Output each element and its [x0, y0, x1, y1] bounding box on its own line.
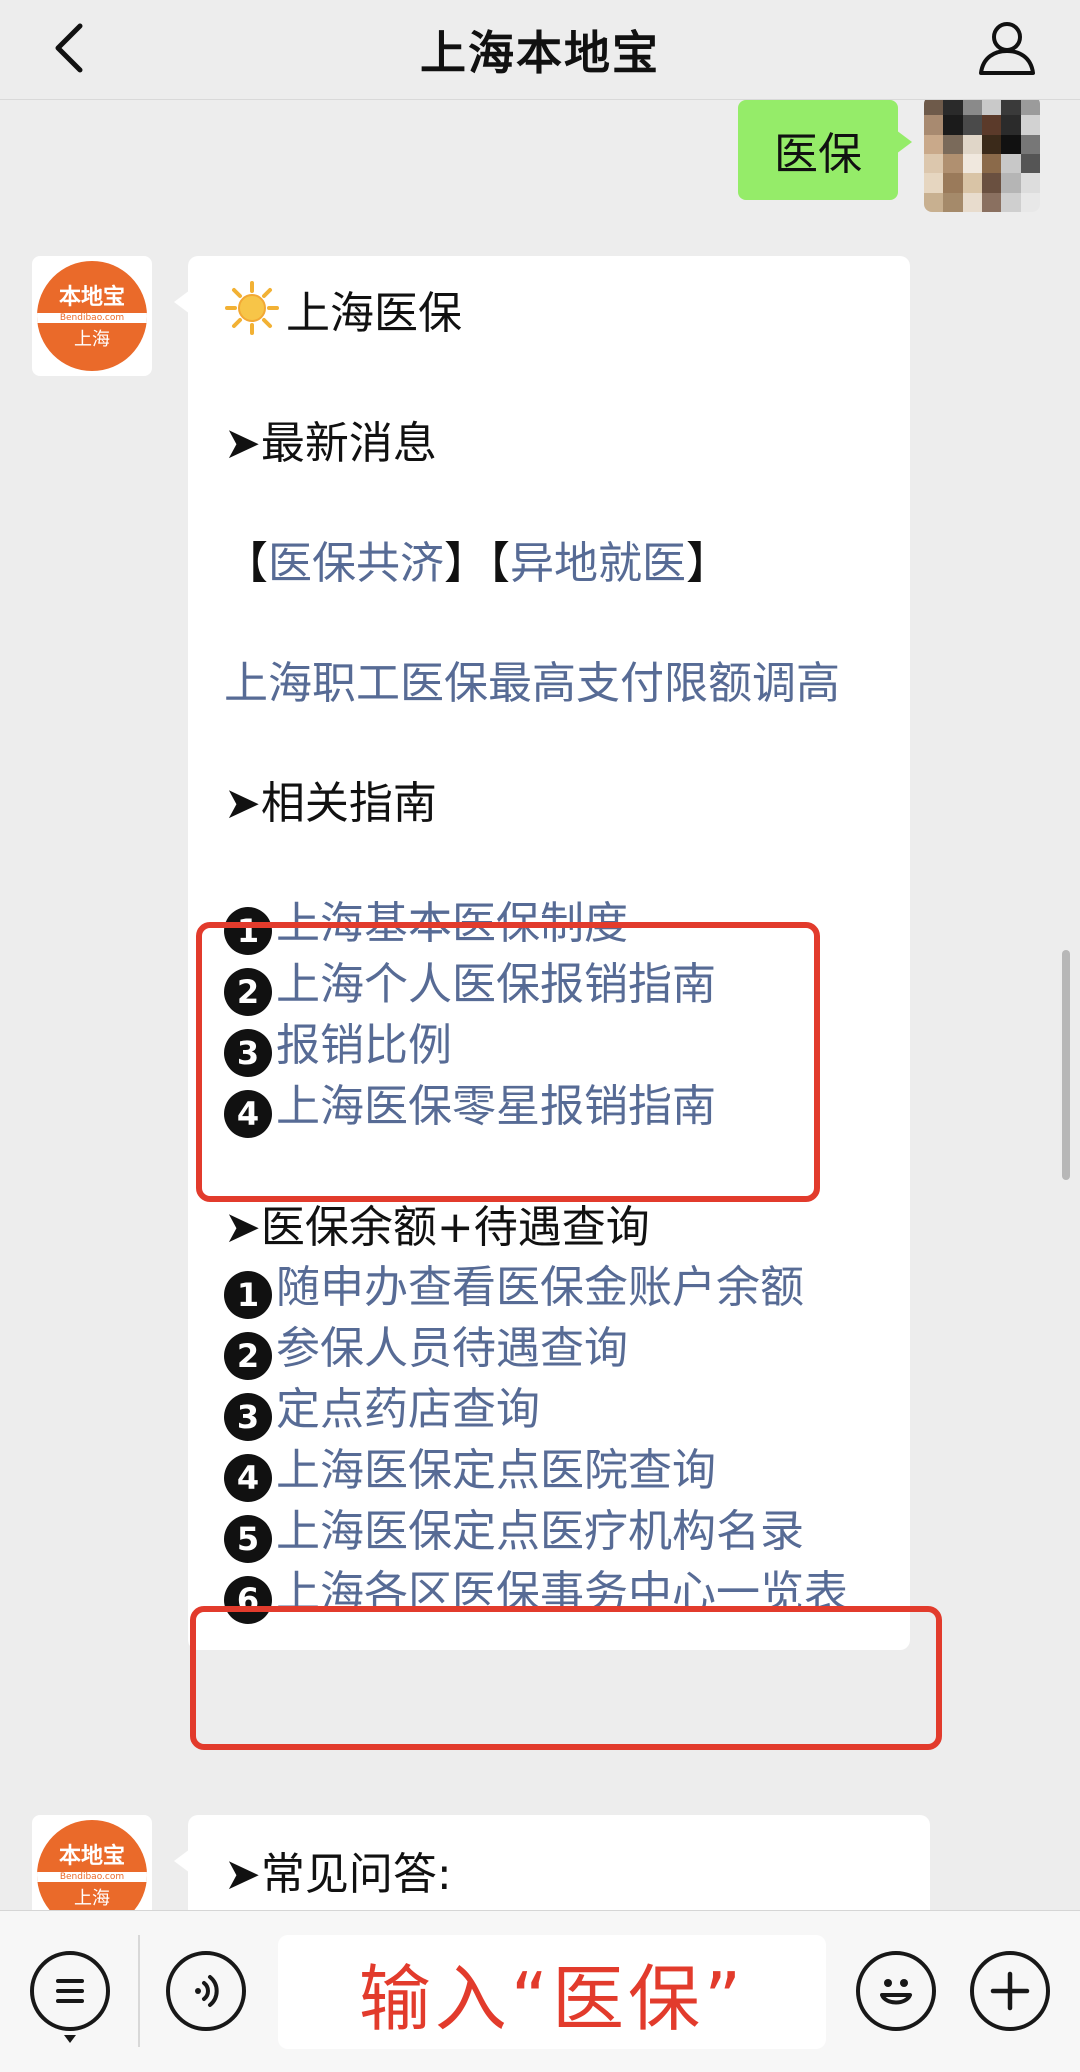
number-badge: 3: [224, 1029, 272, 1077]
menu-caret-icon: [64, 2035, 76, 2043]
section-news: ➤最新消息: [224, 418, 437, 469]
input-toolbar: 输入“医保”: [0, 1910, 1080, 2072]
number-badge: 4: [224, 1090, 272, 1138]
chat-title: 上海本地宝: [420, 25, 660, 80]
guide-item[interactable]: 1 上海基本医保制度: [224, 894, 874, 955]
query-item[interactable]: 5 上海医保定点医疗机构名录: [224, 1502, 874, 1563]
menu-icon[interactable]: [30, 1951, 110, 2031]
number-badge: 2: [224, 968, 272, 1016]
bot-message-bubble: 上海医保 ➤最新消息 【医保共济】【异地就医】 上海职工医保最高支付限额调高 ➤…: [174, 256, 910, 1650]
sent-message-bubble[interactable]: 医保: [738, 100, 912, 200]
guide-item[interactable]: 4 上海医保零星报销指南: [224, 1077, 874, 1138]
number-badge: 5: [224, 1515, 272, 1563]
section-query: ➤医保余额+待遇查询: [224, 1202, 650, 1253]
message-input[interactable]: 输入“医保”: [278, 1935, 826, 2049]
chat-header: 上海本地宝: [0, 0, 1080, 100]
voice-icon[interactable]: [166, 1951, 246, 2031]
query-item[interactable]: 6 上海各区医保事务中心一览表: [224, 1563, 874, 1624]
number-badge: 1: [224, 907, 272, 955]
number-badge: 4: [224, 1454, 272, 1502]
message-title-line: 上海医保: [224, 280, 874, 352]
user-avatar[interactable]: [924, 96, 1040, 212]
query-item[interactable]: 2 参保人员待遇查询: [224, 1319, 874, 1380]
profile-icon[interactable]: [974, 14, 1040, 80]
bot-avatar[interactable]: 本地宝 Bendibao.com 上海: [32, 256, 152, 376]
news-link[interactable]: 上海职工医保最高支付限额调高: [224, 654, 874, 714]
guide-list: 1 上海基本医保制度 2 上海个人医保报销指南 3 报销比例 4 上海医保零星报销指南: [224, 894, 874, 1138]
sent-message-row: 医保: [738, 96, 1040, 212]
back-icon[interactable]: [40, 18, 100, 78]
message-title: 上海医保: [286, 288, 462, 339]
query-list: 1 随申办查看医保金账户余额 2 参保人员待遇查询 3 定点药店查询 4 上海医保定点医…: [224, 1258, 874, 1624]
query-item[interactable]: 1 随申办查看医保金账户余额: [224, 1258, 874, 1319]
news-tags-line: 【医保共济】【异地就医】: [224, 538, 730, 589]
sent-message-text: 医保: [774, 129, 862, 180]
number-badge: 1: [224, 1271, 272, 1319]
section-faq: ➤常见问答:: [224, 1849, 452, 1900]
number-badge: 3: [224, 1393, 272, 1441]
guide-item[interactable]: 3 报销比例: [224, 1016, 874, 1077]
bendibao-logo: 本地宝 Bendibao.com 上海: [37, 261, 147, 371]
query-item[interactable]: 4 上海医保定点医院查询: [224, 1441, 874, 1502]
number-badge: 6: [224, 1576, 272, 1624]
emoji-icon[interactable]: [856, 1951, 936, 2031]
guide-item[interactable]: 2 上海个人医保报销指南: [224, 955, 874, 1016]
toolbar-divider: [138, 1935, 140, 2047]
plus-icon[interactable]: [970, 1951, 1050, 2031]
section-guide: ➤相关指南: [224, 778, 437, 829]
tag-link-remote-medical[interactable]: 异地就医: [510, 538, 686, 589]
sun-icon: [224, 280, 280, 352]
chat-scrollbar[interactable]: [1062, 950, 1070, 1180]
number-badge: 2: [224, 1332, 272, 1380]
query-item[interactable]: 3 定点药店查询: [224, 1380, 874, 1441]
tag-link-medical-mutual-aid[interactable]: 医保共济: [268, 538, 444, 589]
